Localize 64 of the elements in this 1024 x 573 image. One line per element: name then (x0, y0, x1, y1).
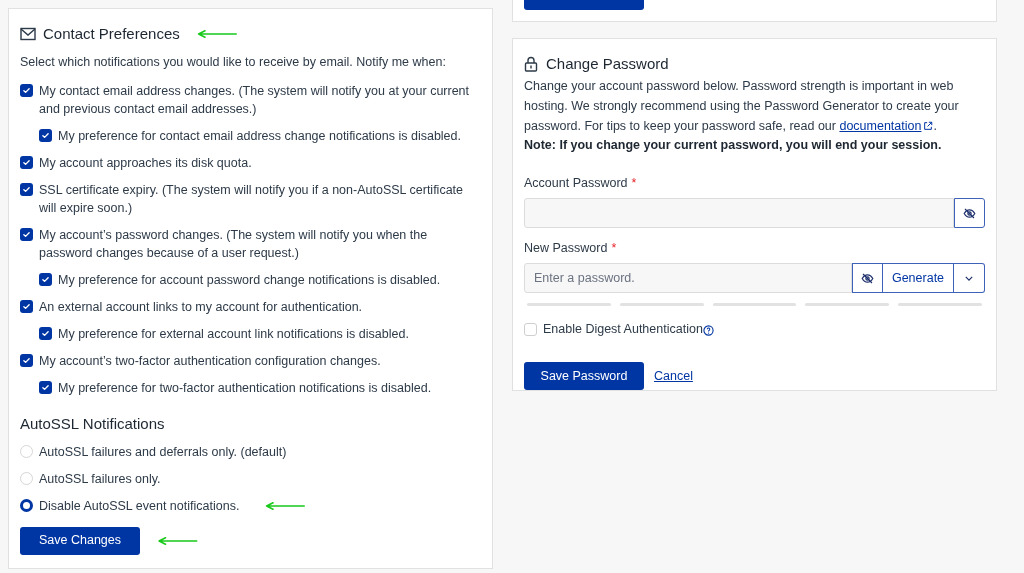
checkbox[interactable] (39, 129, 52, 142)
section-title: Contact Preferences (43, 23, 180, 44)
help-icon[interactable] (702, 325, 714, 336)
checkbox[interactable] (20, 228, 33, 241)
checkbox-label: My contact email address changes. (The system will notify you at your current and previous contact email addresses.) (39, 83, 471, 118)
checkmark-icon (22, 230, 31, 239)
checkbox-label: My account approaches its disk quota. (39, 155, 253, 172)
radio-label: Disable AutoSSL event notifications. (39, 497, 240, 515)
field-label: New Password (524, 240, 608, 257)
checkmark-icon (22, 302, 31, 311)
chevron-down-icon (965, 275, 973, 281)
required-mark: * (631, 175, 637, 192)
eye-slash-icon (963, 206, 976, 220)
eye-slash-icon (861, 271, 874, 285)
checkmark-icon (22, 356, 31, 365)
show-password-button[interactable] (954, 198, 985, 228)
cancel-link[interactable]: Cancel (654, 366, 693, 386)
checkmark-icon (41, 131, 50, 140)
intro-text: Select which notifications you would like to receive by email. Notify me when: (20, 54, 447, 71)
checkmark-icon (22, 185, 31, 194)
save-button[interactable]: Save Changes (20, 526, 140, 555)
section-title: AutoSSL Notifications (20, 414, 166, 434)
dropdown-button[interactable] (954, 263, 985, 293)
checkbox-label: My account’s two-factor authentication configuration changes. (39, 353, 382, 370)
checkbox[interactable] (20, 84, 33, 97)
checkbox[interactable] (20, 183, 33, 196)
radio-label: AutoSSL failures only. (39, 470, 161, 488)
note-text: Note: If you change your current password, you will end your session. (524, 137, 943, 154)
checkbox[interactable] (20, 156, 33, 169)
save-password-button[interactable]: Save Password (524, 362, 644, 390)
mail-icon (20, 27, 36, 41)
checkmark-icon (22, 158, 31, 167)
checkbox[interactable] (20, 354, 33, 367)
annotation-arrow (196, 30, 237, 38)
external-link-icon (923, 121, 934, 131)
checkbox-label: My preference for account password change notifications is disabled. (58, 272, 441, 289)
radio-button[interactable] (20, 499, 33, 512)
checkbox[interactable] (20, 300, 33, 313)
lock-icon (524, 56, 538, 72)
checkbox-label: My account’s password changes. (The system will notify you when the password changes because of a user request.) (39, 227, 429, 262)
checkmark-icon (41, 275, 50, 284)
checkbox-label: My preference for external account link notifications is disabled. (58, 326, 409, 343)
checkbox-label: SSL certificate expiry. (The system will notify you if a non-AutoSSL certificate will expire soon.) (39, 182, 464, 217)
field-label: Account Password (524, 175, 628, 192)
radio-label: AutoSSL failures and deferrals only. (default) (39, 443, 287, 461)
checkmark-icon (41, 383, 50, 392)
checkbox[interactable] (39, 273, 52, 286)
checkbox[interactable] (524, 322, 537, 336)
checkbox[interactable] (39, 381, 52, 394)
show-password-button[interactable] (852, 263, 883, 293)
password-field[interactable]: Enter a password. (524, 263, 852, 293)
checkbox-label: An external account links to my account for authentication. (39, 299, 364, 316)
checkbox-label: My preference for two-factor authentication notifications is disabled. (58, 380, 432, 397)
description-text: Change your account password below. Password strength is important in web hosting. We strongly recommend using the Password Generator to create your password. For tips to keep your password safe, read our documentation . (524, 76, 989, 136)
checkbox[interactable] (39, 327, 52, 340)
checkbox-label: Enable Digest Authentication (543, 321, 703, 338)
checkmark-icon (22, 86, 31, 95)
password-field[interactable] (524, 198, 954, 228)
checkmark-icon (41, 329, 50, 338)
generate-button[interactable]: Generate (883, 263, 954, 293)
checkbox-label: My preference for contact email address change notifications is disabled. (58, 128, 461, 145)
documentation-link[interactable]: documentation (839, 116, 934, 136)
section-title: Change Password (546, 53, 669, 74)
required-mark: * (611, 240, 617, 257)
